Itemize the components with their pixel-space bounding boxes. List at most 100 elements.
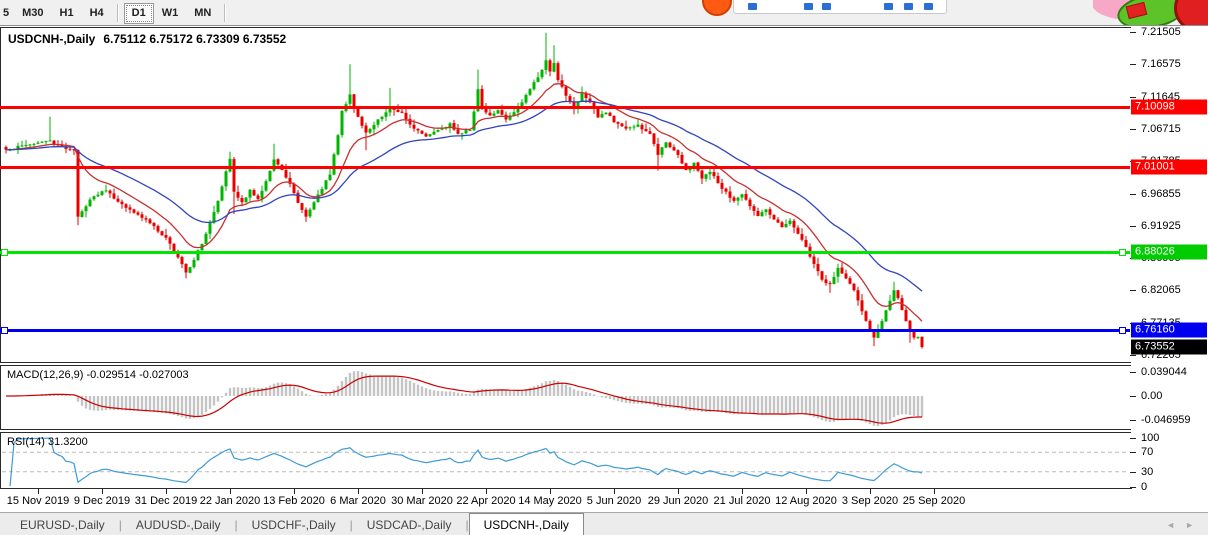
chart-tab-usdchf[interactable]: USDCHF-,Daily	[238, 513, 350, 535]
floating-toolbar	[733, 0, 947, 14]
date-tick	[806, 489, 807, 494]
timeframe-toolbar: 5M30H1H4 D1W1MN	[0, 0, 1208, 26]
macd-axis-label: 0.039044	[1141, 366, 1187, 378]
price-tick	[1130, 290, 1136, 291]
macd-indicator-label: MACD(12,26,9) -0.029514 -0.027003	[7, 369, 189, 381]
mt4-window: 5M30H1H4 D1W1MN USDCNH-,Daily 6.75112 6.75…	[0, 0, 1208, 535]
timeframe-MN[interactable]: MN	[186, 3, 219, 24]
chart-title: USDCNH-,Daily 6.75112 6.75172 6.73309 6.7…	[8, 32, 286, 46]
date-tick	[422, 489, 423, 494]
price-tick	[1130, 64, 1136, 65]
level-line-support-green[interactable]	[0, 251, 1130, 254]
price-level-badge: 6.88026	[1131, 244, 1207, 259]
level-line-resistance-upper[interactable]	[0, 106, 1130, 109]
rsi-axis-tick	[1130, 438, 1136, 439]
mascot-art	[1093, 0, 1208, 25]
toolbar-icon[interactable]	[748, 3, 757, 10]
price-axis-label: 6.91925	[1141, 220, 1181, 232]
level-marker[interactable]	[1119, 249, 1126, 256]
rsi-axis-tick	[1130, 487, 1136, 488]
toolbar-separator	[117, 4, 119, 22]
date-axis-label: 12 Aug 2020	[775, 495, 837, 507]
symbol-period-label: USDCNH-,Daily	[8, 32, 95, 46]
date-axis-label: 30 Mar 2020	[391, 495, 453, 507]
level-marker[interactable]	[1, 249, 8, 256]
timeframe-D1[interactable]: D1	[124, 3, 154, 24]
date-tick	[870, 489, 871, 494]
chart-tab-usdcnh[interactable]: USDCNH-,Daily	[469, 513, 584, 535]
price-tick	[1130, 226, 1136, 227]
date-axis-label: 14 May 2020	[518, 495, 582, 507]
date-tick	[550, 489, 551, 494]
level-line-support-blue[interactable]	[0, 329, 1130, 332]
date-tick	[230, 489, 231, 494]
date-tick	[934, 489, 935, 494]
timeframe-5[interactable]: 5	[1, 3, 14, 24]
toolbar-icon[interactable]	[924, 3, 933, 10]
chart-tab-usdcad[interactable]: USDCAD-,Daily	[353, 513, 466, 535]
date-axis-label: 13 Feb 2020	[263, 495, 325, 507]
date-axis-label: 3 Sep 2020	[842, 495, 898, 507]
level-marker[interactable]	[1119, 327, 1126, 334]
tab-scroll-arrows: ◄ ►	[1166, 513, 1194, 535]
macd-axis-tick	[1130, 420, 1136, 421]
rsi-axis-label: 70	[1141, 446, 1153, 458]
toolbar-separator	[224, 4, 226, 22]
scroll-left-icon[interactable]: ◄	[1166, 520, 1175, 530]
ohlc-values: 6.75112 6.75172 6.73309 6.73552	[103, 32, 286, 46]
date-tick	[358, 489, 359, 494]
chart-tab-bar: EURUSD-,Daily|AUDUSD-,Daily|USDCHF-,Dail…	[0, 512, 1208, 535]
macd-axis-tick	[1130, 372, 1136, 373]
rsi-axis-tick	[1130, 452, 1136, 453]
toolbar-icon[interactable]	[804, 3, 813, 10]
date-axis-label: 9 Dec 2019	[74, 495, 130, 507]
current-price-badge: 6.73552	[1131, 340, 1207, 355]
price-tick	[1130, 355, 1136, 356]
toolbar-icon[interactable]	[884, 3, 893, 10]
date-tick	[38, 489, 39, 494]
timeframe-H4[interactable]: H4	[82, 3, 112, 24]
rsi-axis-label: 100	[1141, 432, 1159, 444]
price-tick	[1130, 194, 1136, 195]
date-axis-label: 15 Nov 2019	[7, 495, 69, 507]
date-axis-label: 31 Dec 2019	[135, 495, 197, 507]
date-tick	[294, 489, 295, 494]
date-axis-label: 6 Mar 2020	[330, 495, 386, 507]
toolbar-icon[interactable]	[822, 3, 831, 10]
chart-canvas[interactable]	[0, 0, 1208, 535]
level-line-resistance-lower[interactable]	[0, 166, 1130, 169]
price-level-badge: 7.10098	[1131, 99, 1207, 114]
toolbar-icon[interactable]	[904, 3, 913, 10]
chart-tab-audusd[interactable]: AUDUSD-,Daily	[122, 513, 235, 535]
chart-tab-eurusd[interactable]: EURUSD-,Daily	[6, 513, 119, 535]
level-marker[interactable]	[1, 327, 8, 334]
date-tick	[678, 489, 679, 494]
price-axis-label: 6.82065	[1141, 284, 1181, 296]
price-axis-label: 7.21505	[1141, 26, 1181, 38]
date-tick	[102, 489, 103, 494]
brand-logo-icon	[702, 0, 732, 16]
price-tick	[1130, 129, 1136, 130]
date-tick	[742, 489, 743, 494]
date-axis-label: 5 Jun 2020	[587, 495, 641, 507]
price-axis-label: 7.16575	[1141, 58, 1181, 70]
date-tick	[486, 489, 487, 494]
rsi-axis-label: 0	[1141, 481, 1147, 493]
date-axis-label: 29 Jun 2020	[648, 495, 709, 507]
rsi-axis-tick	[1130, 472, 1136, 473]
red-ball-icon	[1174, 0, 1208, 25]
date-axis-label: 22 Apr 2020	[456, 495, 515, 507]
macd-axis-label: 0.00	[1141, 390, 1162, 402]
date-axis-label: 21 Jul 2020	[714, 495, 771, 507]
timeframe-H1[interactable]: H1	[52, 3, 82, 24]
date-tick	[614, 489, 615, 494]
timeframe-M30[interactable]: M30	[14, 3, 51, 24]
price-tick	[1130, 97, 1136, 98]
timeframe-W1[interactable]: W1	[154, 3, 187, 24]
macd-axis-label: -0.046959	[1141, 414, 1191, 426]
price-level-badge: 6.76160	[1131, 322, 1207, 337]
date-axis-label: 22 Jan 2020	[200, 495, 261, 507]
date-tick	[166, 489, 167, 494]
scroll-right-icon[interactable]: ►	[1185, 520, 1194, 530]
price-level-badge: 7.01001	[1131, 159, 1207, 174]
